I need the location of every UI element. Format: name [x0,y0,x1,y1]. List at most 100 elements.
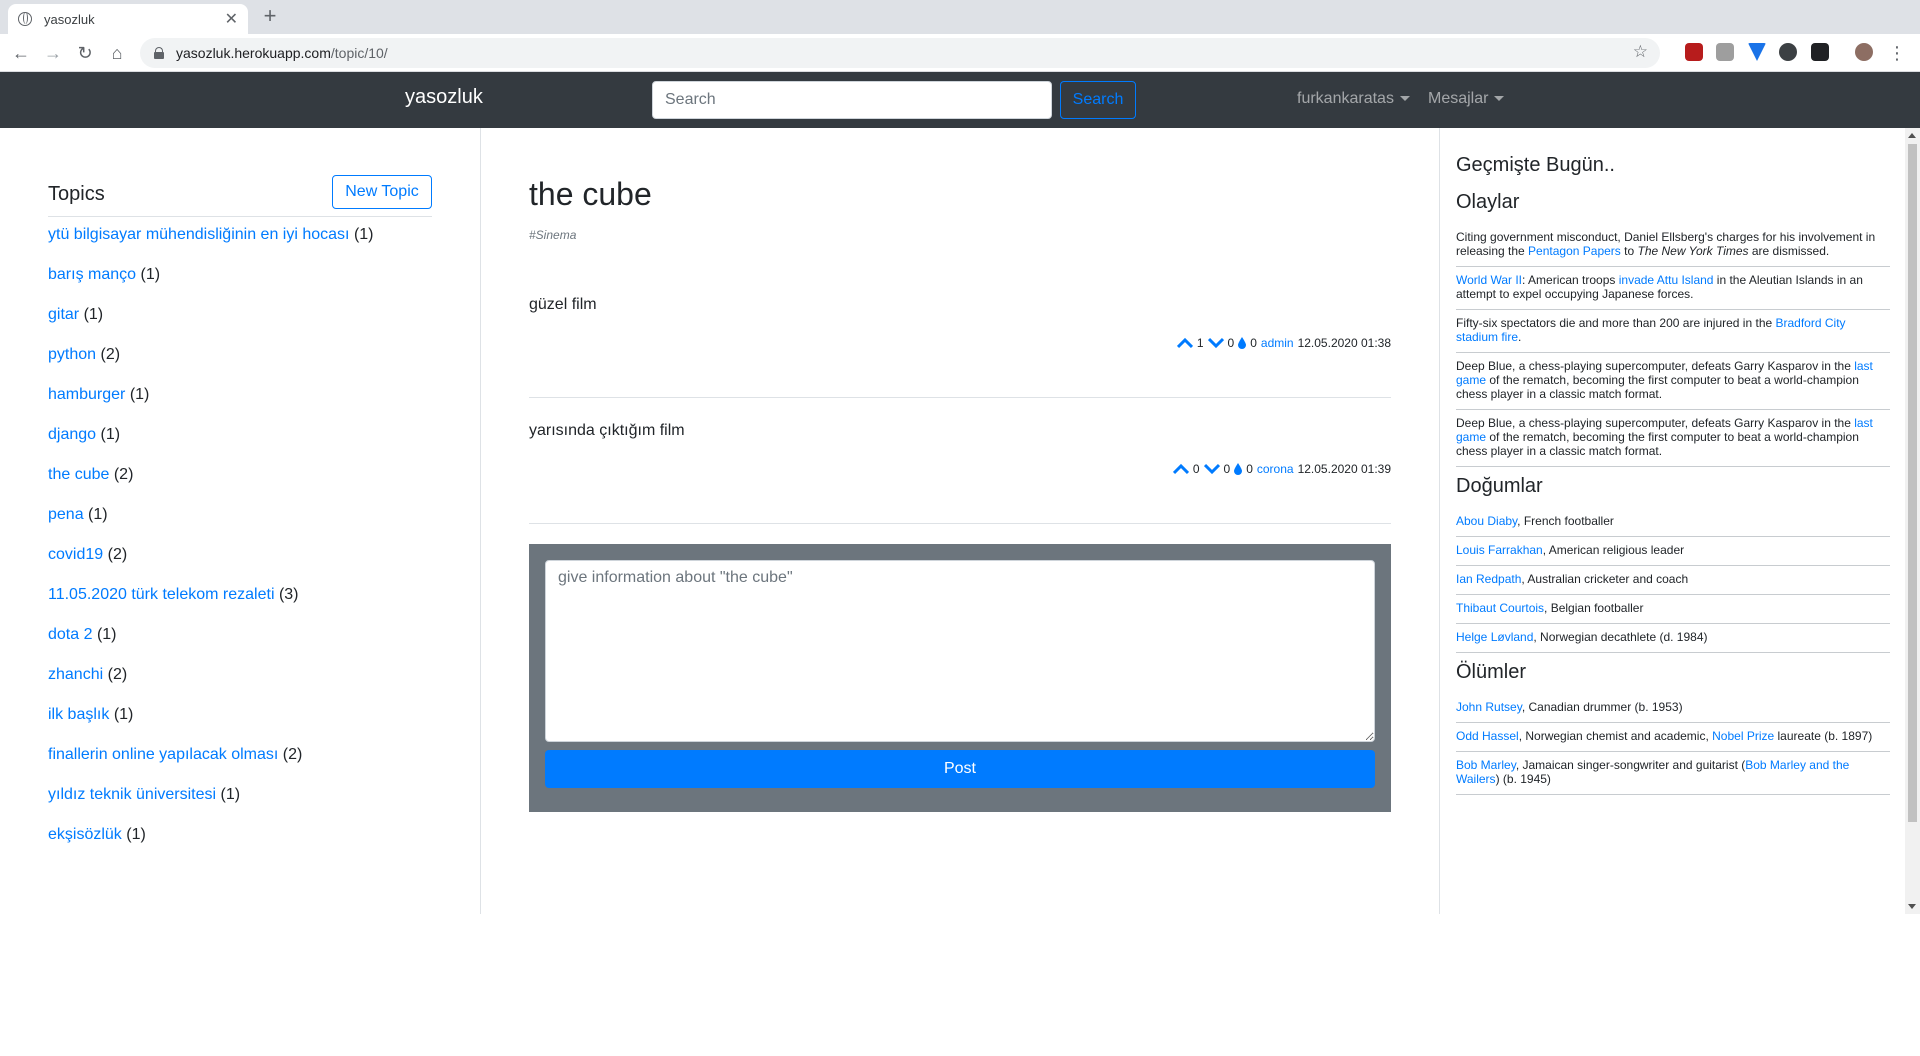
drop-count: 0 [1250,336,1257,350]
browser-menu-icon[interactable]: ⋮ [1884,40,1910,66]
topic-entry-count: (2) [282,746,303,763]
topic-link[interactable]: hamburger [48,386,125,403]
topic-list-item: 11.05.2020 türk telekom rezaleti (3) [48,585,374,625]
event-item: Fifty-six spectators die and more than 2… [1456,310,1890,353]
death-item: John Rutsey, Canadian drummer (b. 1953) [1456,694,1890,723]
profile-avatar[interactable] [1855,43,1873,61]
topic-title: the cube [529,176,652,212]
upvote-icon[interactable] [1172,463,1189,475]
post-entry-panel: Post [529,544,1391,812]
topic-tag[interactable]: #Sinema [529,228,576,242]
scrollbar-thumb[interactable] [1908,144,1917,822]
dark-mode-extension-icon[interactable] [1779,43,1797,61]
drop-icon[interactable] [1234,463,1243,475]
upvote-count: 0 [1192,462,1200,476]
topic-link[interactable]: gitar [48,306,79,323]
event-link[interactable]: Pentagon Papers [1528,244,1621,258]
birth-item: Abou Diaby, French footballer [1456,508,1890,537]
topic-link[interactable]: covid19 [48,546,103,563]
extension-icon[interactable] [1811,43,1829,61]
topic-link[interactable]: finallerin online yapılacak olması [48,746,278,763]
topic-entry-count: (2) [107,546,128,563]
post-button[interactable]: Post [545,750,1375,788]
caret-down-icon [1399,96,1410,102]
event-link[interactable]: World War II [1456,273,1522,287]
topic-list-item: dota 2 (1) [48,625,374,665]
death-item: Odd Hassel, Norwegian chemist and academ… [1456,723,1890,752]
extension-icon[interactable] [1716,43,1734,61]
person-link[interactable]: Ian Redpath [1456,572,1521,586]
url-path: /topic/10/ [330,45,388,61]
topic-link[interactable]: pena [48,506,84,523]
topic-entry-count: (1) [126,826,146,843]
reload-icon[interactable]: ↻ [72,40,98,66]
search-button[interactable]: Search [1060,81,1136,119]
search-input[interactable] [652,81,1052,119]
person-link[interactable]: Odd Hassel [1456,729,1519,743]
scroll-down-arrow-icon[interactable] [1908,904,1916,909]
forward-arrow-icon[interactable]: → [40,40,66,66]
home-icon[interactable]: ⌂ [104,40,130,66]
topic-link[interactable]: yıldız teknik üniversitesi [48,786,216,803]
topic-link[interactable]: the cube [48,466,109,483]
user-dropdown[interactable]: furkankaratas [1297,90,1410,108]
event-item: World War II: American troops invade Att… [1456,267,1890,310]
death-item: Bob Marley, Jamaican singer-songwriter a… [1456,752,1890,795]
drop-icon[interactable] [1238,337,1247,349]
scroll-up-arrow-icon[interactable] [1908,133,1916,138]
topic-link[interactable]: ytü bilgisayar mühendisliğinin en iyi ho… [48,226,350,243]
new-topic-button[interactable]: New Topic [332,175,432,209]
topic-list-item: finallerin online yapılacak olması (2) [48,745,374,785]
back-arrow-icon[interactable]: ← [8,40,34,66]
topic-link[interactable]: 11.05.2020 türk telekom rezaleti [48,586,275,603]
topic-link[interactable]: python [48,346,96,363]
topic-entry-count: (1) [129,386,150,403]
topic-link[interactable]: dota 2 [48,626,92,643]
entry-text: güzel film [529,296,597,313]
topics-title: Topics [48,183,105,205]
lock-icon [154,47,164,59]
site-brand[interactable]: yasozluk [405,86,483,109]
topic-list-item: covid19 (2) [48,545,374,585]
scrollbar[interactable] [1905,128,1920,914]
messages-dropdown[interactable]: Mesajlar [1428,90,1505,108]
person-link[interactable]: Abou Diaby [1456,514,1517,528]
browser-tab[interactable]: yasozluk ✕ [8,4,248,34]
close-tab-icon[interactable]: ✕ [225,9,238,29]
person-link[interactable]: Louis Farrakhan [1456,543,1543,557]
messages-dropdown-label: Mesajlar [1428,90,1489,107]
bookmark-star-icon[interactable]: ☆ [1633,42,1648,62]
topic-link[interactable]: django [48,426,96,443]
upvote-icon[interactable] [1176,337,1193,349]
person-link[interactable]: Thibaut Courtois [1456,601,1544,615]
new-tab-icon[interactable]: + [258,4,282,28]
person-link[interactable]: Helge Løvland [1456,630,1533,644]
caret-down-icon [1494,96,1505,102]
topic-list-item: ilk başlık (1) [48,705,374,745]
topic-link[interactable]: ekşisözlük [48,826,122,843]
topic-link[interactable]: barış manço [48,266,136,283]
birth-item: Ian Redpath, Australian cricketer and co… [1456,566,1890,595]
tab-title: yasozluk [44,11,95,27]
downvote-icon[interactable] [1207,337,1224,349]
event-link[interactable]: Nobel Prize [1712,729,1774,743]
topic-link[interactable]: zhanchi [48,666,103,683]
entry-author[interactable]: corona [1257,462,1294,476]
topic-entry-count: (2) [113,466,134,483]
address-bar[interactable]: yasozluk.herokuapp.com/topic/10/ ☆ [140,38,1660,68]
entry-author[interactable]: admin [1261,336,1294,350]
topic-entry-count: (1) [96,626,117,643]
topic-entry-count: (2) [107,666,128,683]
entry-meta: 1 0 0 admin 12.05.2020 01:38 [1176,336,1391,350]
downvote-icon[interactable] [1203,463,1220,475]
topic-link[interactable]: ilk başlık [48,706,109,723]
event-link[interactable]: invade Attu Island [1619,273,1714,287]
person-link[interactable]: Bob Marley [1456,758,1516,772]
vpn-extension-icon[interactable] [1748,43,1766,61]
entry-textarea[interactable] [545,560,1375,742]
birth-item: Louis Farrakhan, American religious lead… [1456,537,1890,566]
topic-list-item: yıldız teknik üniversitesi (1) [48,785,374,825]
person-link[interactable]: John Rutsey [1456,700,1522,714]
entry-card: güzel film 1 0 0 admin 12.05.2020 01:38 [529,296,1391,398]
ublock-extension-icon[interactable] [1685,43,1703,61]
